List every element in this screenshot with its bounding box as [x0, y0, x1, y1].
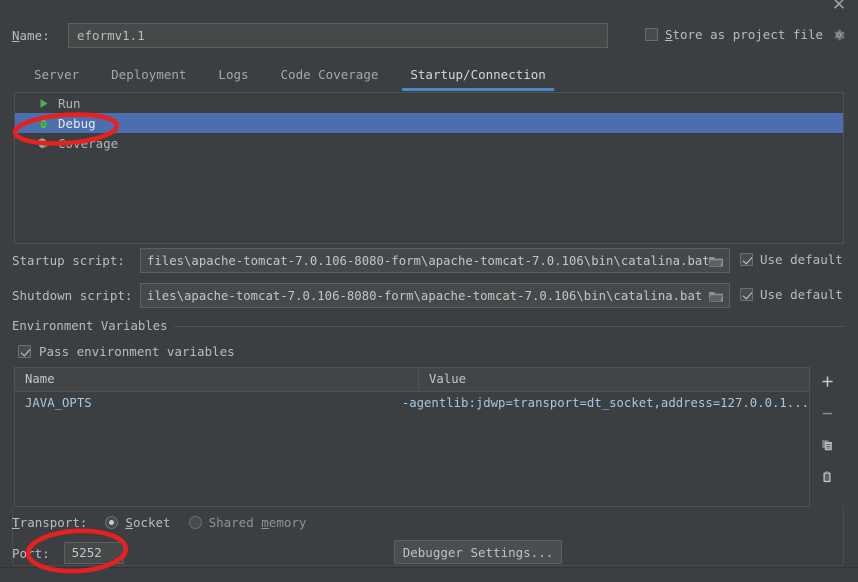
- shutdown-use-default-label: Use default: [760, 287, 843, 302]
- tab-logs[interactable]: Logs: [202, 60, 264, 90]
- list-item-label: Coverage: [58, 136, 118, 151]
- add-button[interactable]: [816, 371, 838, 391]
- pass-environment-variables-label: Pass environment variables: [39, 344, 235, 359]
- startup-script-row: Startup script: files\apache-tomcat-7.0.…: [0, 248, 858, 273]
- list-item-run[interactable]: Run: [15, 93, 843, 113]
- list-item-coverage[interactable]: Coverage: [15, 133, 843, 153]
- folder-open-icon[interactable]: [708, 289, 724, 303]
- transport-option-socket[interactable]: Socket: [105, 515, 170, 530]
- table-row[interactable]: JAVA_OPTS -agentlib:jdwp=transport=dt_so…: [15, 392, 809, 413]
- store-as-project-file-checkbox[interactable]: [645, 28, 658, 41]
- copy-button[interactable]: [816, 435, 838, 455]
- environment-variables-title: Environment Variables: [12, 319, 174, 333]
- name-label: Name:: [12, 28, 50, 43]
- table-header: Name Value: [15, 368, 809, 392]
- shared-memory-radio[interactable]: [189, 516, 202, 529]
- socket-label: Socket: [125, 515, 170, 530]
- port-row: Port: 5252: [12, 541, 124, 565]
- column-header-value[interactable]: Value: [419, 368, 809, 391]
- shutdown-use-default-row[interactable]: Use default: [740, 287, 843, 302]
- shutdown-script-field[interactable]: iles\apache-tomcat-7.0.106-8080-form\apa…: [140, 283, 730, 308]
- shutdown-script-row: Shutdown script: iles\apache-tomcat-7.0.…: [0, 283, 858, 308]
- column-header-name[interactable]: Name: [15, 368, 419, 391]
- bug-icon: [37, 117, 50, 130]
- shared-memory-label: Shared memory: [209, 515, 307, 530]
- transport-row: TTransport: Socket Shared memory: [12, 513, 306, 531]
- dialog-bottom-bar: [0, 567, 858, 582]
- transport-option-shared-memory[interactable]: Shared memory: [189, 515, 307, 530]
- pass-environment-variables-checkbox[interactable]: [18, 345, 31, 358]
- startup-script-label: Startup script:: [12, 253, 125, 268]
- play-icon: [37, 97, 50, 110]
- tab-deployment[interactable]: Deployment: [95, 60, 202, 90]
- shutdown-script-label: Shutdown script:: [12, 288, 132, 303]
- shutdown-use-default-checkbox[interactable]: [740, 288, 753, 301]
- table-toolbar: [812, 367, 842, 507]
- port-input[interactable]: 5252: [64, 542, 124, 564]
- transport-label: TTransport:: [12, 515, 87, 530]
- debugger-settings-button[interactable]: Debugger Settings...: [394, 540, 562, 564]
- tab-server[interactable]: Server: [18, 60, 95, 90]
- tab-bar: Server Deployment Logs Code Coverage Sta…: [0, 60, 858, 90]
- table-empty-area: [15, 413, 809, 506]
- list-item-label: Debug: [58, 116, 96, 131]
- name-input[interactable]: eformv1.1: [68, 23, 608, 48]
- gear-icon[interactable]: [832, 28, 846, 42]
- startup-script-field[interactable]: files\apache-tomcat-7.0.106-8080-form\ap…: [140, 248, 730, 273]
- store-as-project-file-row[interactable]: Store as project file: [645, 27, 846, 42]
- name-row: Name: eformv1.1 Store as project file: [0, 23, 858, 49]
- tab-startup-connection[interactable]: Startup/Connection: [394, 60, 561, 90]
- port-label: Port:: [12, 546, 50, 561]
- folder-open-icon[interactable]: [708, 254, 724, 268]
- tab-code-coverage[interactable]: Code Coverage: [265, 60, 395, 90]
- socket-radio[interactable]: [105, 516, 118, 529]
- startup-script-value[interactable]: files\apache-tomcat-7.0.106-8080-form\ap…: [141, 254, 708, 268]
- name-label-rest: ame:: [20, 28, 50, 43]
- startup-connection-list: Run Debug: [14, 92, 844, 244]
- startup-use-default-row[interactable]: Use default: [740, 252, 843, 267]
- list-item-debug[interactable]: Debug: [15, 113, 843, 133]
- startup-use-default-checkbox[interactable]: [740, 253, 753, 266]
- pass-environment-variables-row[interactable]: Pass environment variables: [18, 344, 235, 359]
- run-debug-configuration-dialog: ✕ Name: eformv1.1 Store as project file …: [0, 0, 858, 582]
- startup-use-default-label: Use default: [760, 252, 843, 267]
- paste-button[interactable]: [816, 467, 838, 487]
- shutdown-script-value[interactable]: iles\apache-tomcat-7.0.106-8080-form\apa…: [141, 289, 708, 303]
- cell-value[interactable]: -agentlib:jdwp=transport=dt_socket,addre…: [392, 396, 809, 410]
- list-item-label: Run: [58, 96, 81, 111]
- cell-name[interactable]: JAVA_OPTS: [15, 396, 392, 410]
- name-label-mnemonic: N: [12, 28, 20, 43]
- environment-variables-table[interactable]: Name Value JAVA_OPTS -agentlib:jdwp=tran…: [14, 367, 810, 507]
- store-as-project-file-label: Store as project file: [665, 27, 823, 42]
- close-icon[interactable]: ✕: [828, 0, 850, 16]
- coverage-icon: [37, 137, 50, 150]
- remove-button[interactable]: [816, 403, 838, 423]
